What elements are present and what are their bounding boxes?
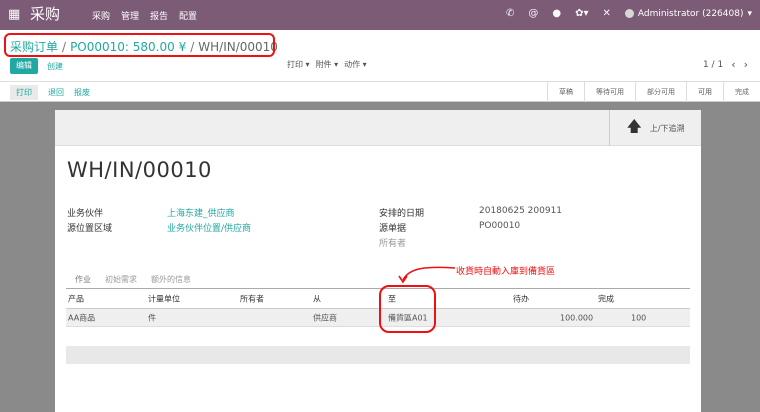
main-menu: 采购 管理 报告 配置 xyxy=(92,9,197,22)
table-row[interactable]: AA商品 件 供应商 備貨區A01 100.000 100 xyxy=(66,309,690,327)
arrow-up-icon: 🡅 xyxy=(626,116,642,135)
menu-purchase[interactable]: 采购 xyxy=(92,9,110,22)
stage-bar: 草稿 等待可用 部分可用 可用 完成 xyxy=(547,82,760,102)
annotation-arrow xyxy=(398,266,456,284)
stage-done: 完成 xyxy=(723,82,760,102)
page-title: WH/IN/00010 xyxy=(67,158,212,182)
action-dropdown[interactable]: 动作 ▾ xyxy=(344,59,367,70)
app-name: 采购 xyxy=(30,5,61,23)
field-label-partner: 业务伙伴 xyxy=(67,209,104,219)
field-value-source-document: PO00010 xyxy=(479,221,521,231)
menu-manage[interactable]: 管理 xyxy=(121,9,139,22)
bug-icon[interactable]: ✿▾ xyxy=(575,8,588,19)
cross-tools-icon[interactable]: ✕ xyxy=(602,8,610,19)
field-value-scheduled-date: 20180625 200911 xyxy=(479,206,563,216)
navbar-right: ✆ @ ● ✿▾ ✕ Administrator (226408) ▾ xyxy=(506,8,752,19)
header-buttons: 打印 退回 报废 xyxy=(10,85,90,100)
chevron-left-icon[interactable]: ‹ xyxy=(731,58,735,71)
attachment-dropdown[interactable]: 附件 ▾ xyxy=(316,59,339,70)
cell-todo: 100.000 xyxy=(560,313,594,322)
menu-report[interactable]: 报告 xyxy=(150,9,168,22)
menu-config[interactable]: 配置 xyxy=(179,9,197,22)
at-icon[interactable]: @ xyxy=(528,8,538,19)
traceability-label: 上/下追溯 xyxy=(649,123,685,133)
destination-highlight xyxy=(379,285,436,333)
tab-initial-demand[interactable]: 初始需求 xyxy=(105,274,137,285)
field-label-source-document: 源单据 xyxy=(379,224,407,234)
phone-icon[interactable]: ✆ xyxy=(506,8,514,19)
tab-operations[interactable]: 作业 xyxy=(75,274,91,285)
form-sheet: 🡅 上/下追溯 WH/IN/00010 业务伙伴 上海东建_供应商 源位置区域 … xyxy=(55,110,701,412)
breadcrumb-highlight xyxy=(4,33,275,57)
apps-grid-icon[interactable]: ▦ xyxy=(8,8,20,21)
operations-table: 产品 计量单位 所有者 从 至 待办 完成 AA商品 件 供应商 備貨區A01 … xyxy=(66,288,690,327)
stage-waiting: 等待可用 xyxy=(584,82,635,102)
col-product: 产品 xyxy=(68,294,84,303)
chevron-right-icon[interactable]: › xyxy=(744,58,748,71)
return-button[interactable]: 退回 xyxy=(48,87,64,100)
print-dropdown[interactable]: 打印 ▾ xyxy=(287,59,310,70)
user-name: Administrator (226408) xyxy=(637,8,744,19)
user-menu[interactable]: Administrator (226408) ▾ xyxy=(624,8,752,19)
edit-button[interactable]: 编辑 xyxy=(10,58,38,74)
col-from: 从 xyxy=(313,294,321,303)
pager: 1 / 1 ‹ › xyxy=(703,58,748,71)
chat-icon[interactable]: ● xyxy=(552,8,561,19)
stage-available: 可用 xyxy=(686,82,723,102)
field-value-partner[interactable]: 上海东建_供应商 xyxy=(167,206,235,219)
avatar xyxy=(624,9,634,18)
cell-uom: 件 xyxy=(148,313,156,322)
cell-product: AA商品 xyxy=(68,313,96,322)
traceability-button[interactable]: 🡅 上/下追溯 xyxy=(609,110,701,146)
chevron-down-icon: ▾ xyxy=(747,8,752,19)
create-button[interactable]: 创建 xyxy=(47,61,63,72)
notebook-tabs: 作业 初始需求 额外的信息 xyxy=(75,274,191,285)
top-navbar: ▦ 采购 采购 管理 报告 配置 ✆ @ ● ✿▾ ✕ Administrato… xyxy=(0,0,760,30)
table-footer-row xyxy=(66,346,690,364)
stage-partial: 部分可用 xyxy=(635,82,686,102)
cell-from: 供应商 xyxy=(313,313,337,322)
field-label-source-location: 源位置区域 xyxy=(67,224,113,234)
scrap-button[interactable]: 报废 xyxy=(74,87,90,100)
col-done: 完成 xyxy=(598,294,614,303)
cell-done: 100 xyxy=(631,313,647,322)
sidebar-actions: 打印 ▾ 附件 ▾ 动作 ▾ xyxy=(287,59,367,70)
table-header: 产品 计量单位 所有者 从 至 待办 完成 xyxy=(66,288,690,309)
button-box: 🡅 上/下追溯 xyxy=(55,110,701,146)
field-value-source-location[interactable]: 业务伙伴位置/供应商 xyxy=(167,221,251,234)
annotation-note: 收貨時自動入庫到備貨區 xyxy=(456,267,556,277)
stage-draft: 草稿 xyxy=(547,82,584,102)
status-bar: 打印 退回 报废 草稿 等待可用 部分可用 可用 完成 xyxy=(0,82,760,102)
print-button[interactable]: 打印 xyxy=(10,85,38,100)
col-todo: 待办 xyxy=(513,294,529,303)
pager-value[interactable]: 1 / 1 xyxy=(703,60,723,70)
col-uom: 计量单位 xyxy=(148,294,180,303)
tab-extra-info[interactable]: 额外的信息 xyxy=(151,274,191,285)
field-label-scheduled-date: 安排的日期 xyxy=(379,209,425,219)
field-label-owner: 所有者 xyxy=(379,239,407,249)
col-owner: 所有者 xyxy=(240,294,264,303)
